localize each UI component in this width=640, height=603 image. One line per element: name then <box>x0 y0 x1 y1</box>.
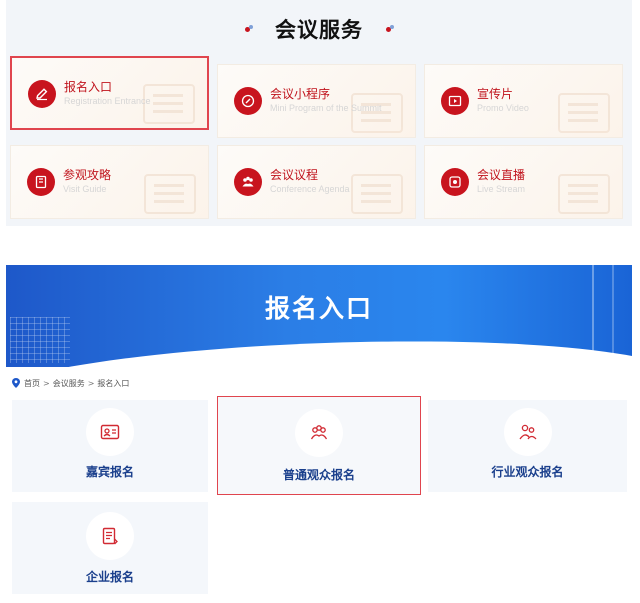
reg-card-public[interactable]: 普通观众报名 <box>217 396 421 495</box>
service-label-en: Visit Guide <box>63 184 107 194</box>
service-card-registration[interactable]: 报名入口 Registration Entrance <box>10 56 209 130</box>
card-background-art <box>558 93 610 133</box>
banner-title: 报名入口 <box>264 294 373 323</box>
reg-label: 普通观众报名 <box>282 468 355 482</box>
service-label: 会议议程 <box>270 168 319 182</box>
service-label: 宣传片 <box>477 87 514 101</box>
title-right-dot-icon <box>385 24 394 34</box>
breadcrumb-home[interactable]: 首页 <box>24 378 40 389</box>
card-background-art <box>143 84 195 124</box>
services-title: 会议服务 <box>275 18 363 42</box>
card-background-art <box>351 93 403 133</box>
services-panel: 会议服务 报名入口 Registration Entrance 会议小程序 Mi… <box>6 0 632 226</box>
page-banner: 报名入口 <box>6 265 632 367</box>
breadcrumb-separator: > <box>87 378 95 388</box>
location-pin-icon <box>12 378 20 388</box>
document-icon <box>102 527 118 545</box>
video-icon <box>441 87 469 115</box>
breadcrumb-current: 报名入口 <box>97 378 130 388</box>
service-label-en: Promo Video <box>477 103 529 113</box>
reg-label: 行业观众报名 <box>491 465 564 479</box>
service-label-en: Live Stream <box>477 184 526 194</box>
service-label: 会议小程序 <box>270 87 331 101</box>
card-background-art <box>351 174 403 214</box>
service-card-agenda[interactable]: 会议议程 Conference Agenda <box>217 145 416 219</box>
reg-card-enterprise[interactable]: 企业报名 <box>12 502 208 594</box>
service-label: 会议直播 <box>477 168 526 182</box>
id-card-icon <box>100 424 120 440</box>
service-label: 报名入口 <box>64 80 113 94</box>
service-card-visit-guide[interactable]: 参观攻略 Visit Guide <box>10 145 209 219</box>
service-label-en: Mini Program of the Summit <box>270 103 382 113</box>
card-background-art <box>558 174 610 214</box>
reg-icon-container <box>503 408 552 456</box>
service-label: 参观攻略 <box>63 168 112 182</box>
group-icon <box>310 425 328 440</box>
reg-icon-container <box>86 408 134 456</box>
reg-card-industry[interactable]: 行业观众报名 <box>428 400 627 492</box>
service-label-en: Registration Entrance <box>64 96 151 106</box>
service-card-live-stream[interactable]: 会议直播 Live Stream <box>424 145 623 219</box>
two-people-icon <box>518 424 536 440</box>
service-card-promo-video[interactable]: 宣传片 Promo Video <box>424 64 623 138</box>
reg-icon-container <box>295 409 343 457</box>
breadcrumb: 首页 > 会议服务 > 报名入口 <box>12 376 129 390</box>
reg-label: 嘉宾报名 <box>85 465 134 479</box>
card-background-art <box>144 174 196 214</box>
reg-icon-container <box>86 512 134 560</box>
breadcrumb-separator: > <box>43 378 50 388</box>
service-label-en: Conference Agenda <box>270 184 350 194</box>
reg-label: 企业报名 <box>85 570 134 584</box>
pen-icon <box>28 80 56 108</box>
reg-card-guest[interactable]: 嘉宾报名 <box>12 400 208 492</box>
link-icon <box>234 87 262 115</box>
breadcrumb-services[interactable]: 会议服务 <box>53 378 85 389</box>
services-title-row: 会议服务 <box>6 0 632 58</box>
title-left-dot-icon <box>244 24 253 34</box>
people-icon <box>234 168 262 196</box>
live-icon <box>441 168 469 196</box>
service-card-mini-program[interactable]: 会议小程序 Mini Program of the Summit <box>217 64 416 138</box>
book-icon <box>27 168 55 196</box>
